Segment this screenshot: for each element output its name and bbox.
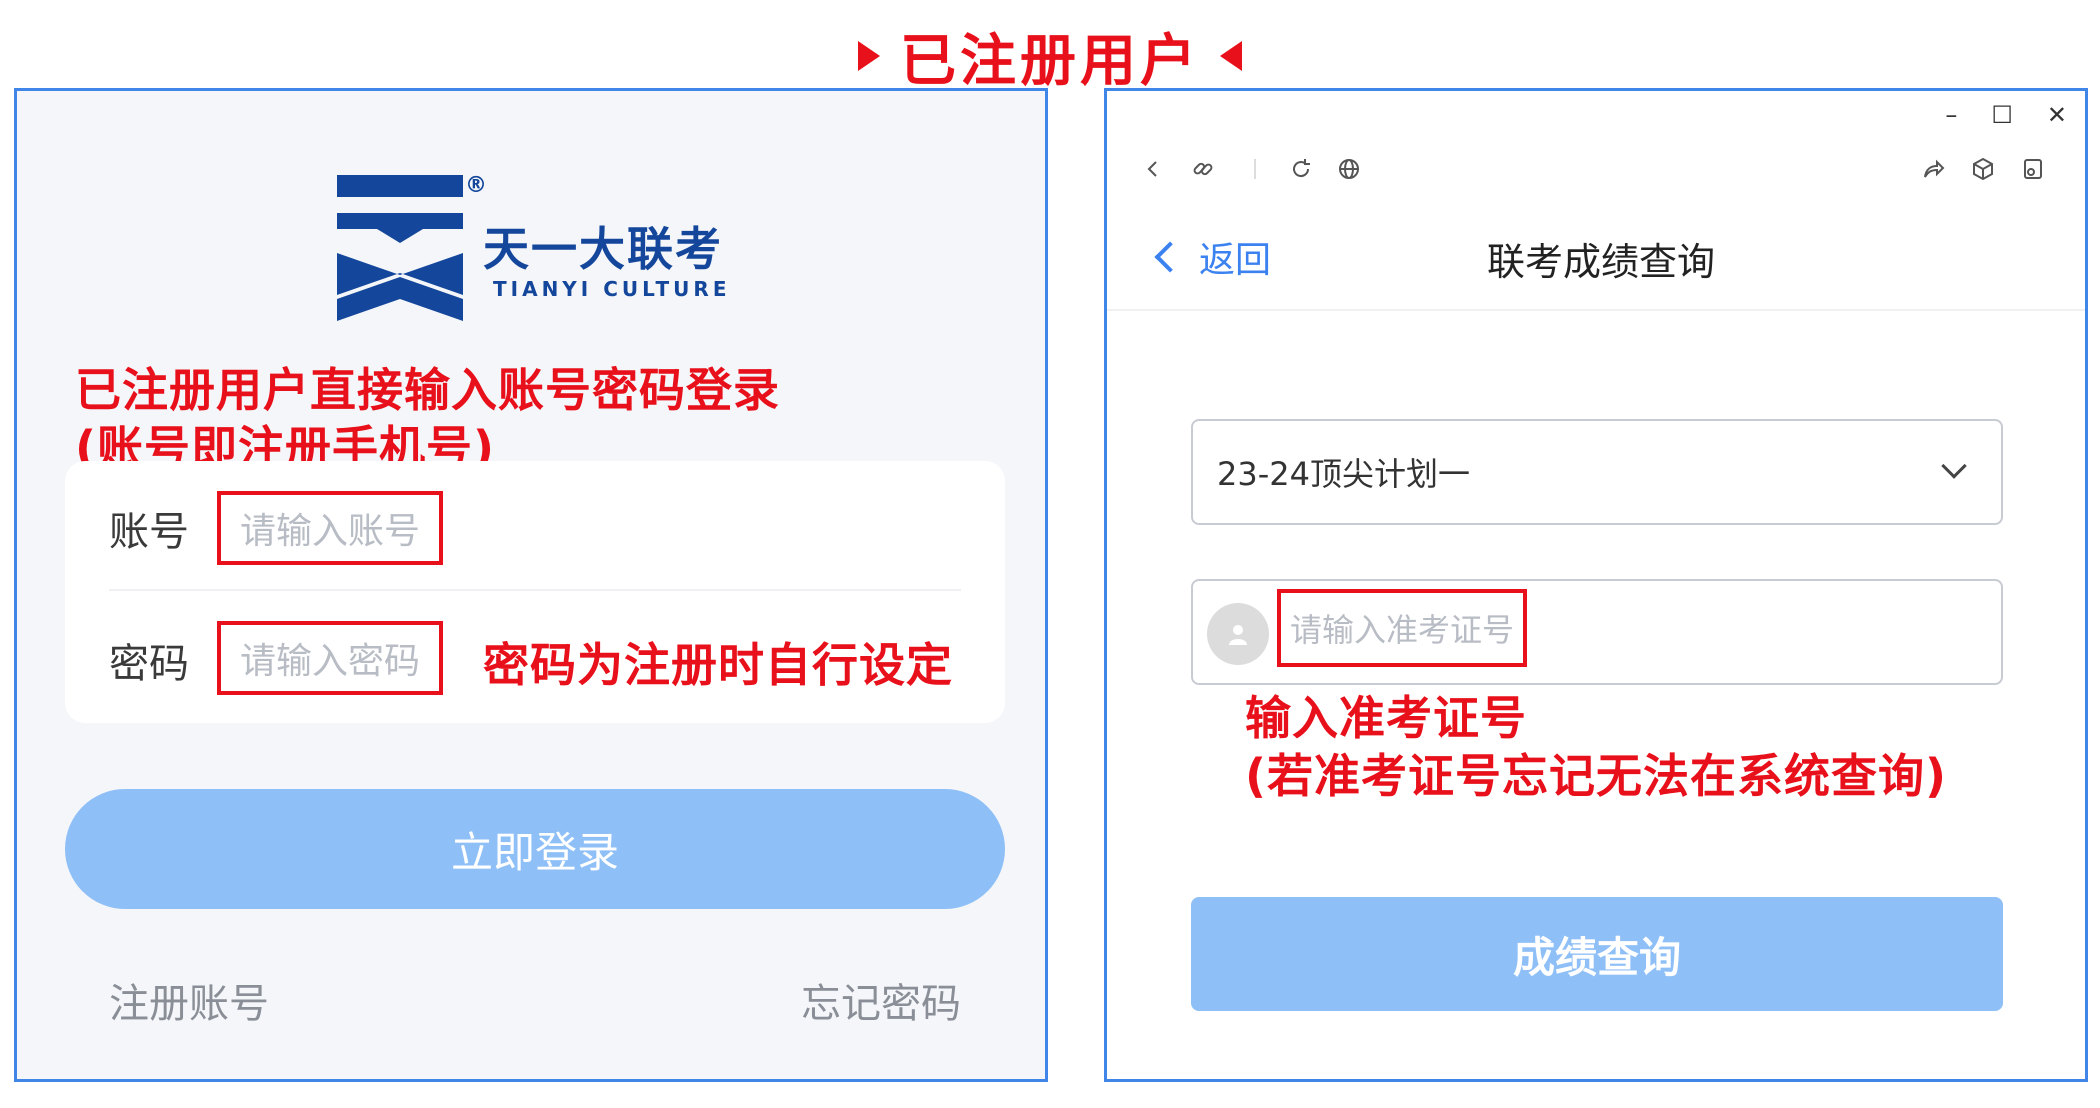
exam-select-value: 23-24顶尖计划一 — [1217, 455, 1470, 493]
exam-select-dropdown[interactable]: 23-24顶尖计划一 — [1191, 419, 2003, 525]
registered-mark: ® — [465, 173, 487, 198]
brand-name-cn: 天一大联考 — [483, 222, 723, 276]
login-panel: ® 天一大联考 TIANYI CULTURE 已注册用户直接输入账号密码登录 (… — [14, 88, 1048, 1082]
login-instruction-note: 已注册用户直接输入账号密码登录 (账号即注册手机号) — [75, 361, 780, 477]
chevron-left-icon — [1154, 241, 1186, 273]
back-arrow-icon[interactable] — [1137, 153, 1169, 185]
browser-toolbar — [1107, 139, 2085, 199]
window-controls: – ☐ ✕ — [1945, 101, 2067, 129]
arrow-left-icon — [1220, 41, 1242, 71]
maximize-button[interactable]: ☐ — [1991, 101, 2013, 129]
password-label: 密码 — [109, 641, 189, 687]
share-icon[interactable] — [1917, 153, 1949, 185]
password-note: 密码为注册时自行设定 — [483, 638, 953, 692]
link-icon[interactable] — [1187, 153, 1219, 185]
minimize-button[interactable]: – — [1945, 101, 1957, 129]
exam-number-placeholder[interactable]: 请输入准考证号 — [1277, 589, 1527, 667]
password-input[interactable]: 请输入密码 — [217, 621, 443, 695]
brand-name-en: TIANYI CULTURE — [493, 277, 731, 301]
form-divider — [109, 589, 961, 591]
query-score-button[interactable]: 成绩查询 — [1191, 897, 2003, 1011]
exam-number-note: 输入准考证号 (若准考证号忘记无法在系统查询) — [1245, 689, 1947, 805]
close-button[interactable]: ✕ — [2047, 101, 2067, 129]
page-nav-bar: 联考成绩查询 返回 — [1107, 201, 2085, 311]
refresh-icon[interactable] — [1285, 153, 1317, 185]
account-input[interactable]: 请输入账号 — [217, 491, 443, 565]
chevron-down-icon — [1941, 453, 1967, 479]
exam-note-line1: 输入准考证号 — [1245, 691, 1527, 745]
score-query-window: – ☐ ✕ 联考成绩查询 返回 23-24顶尖计划一 请输入准考证号 输入准考证… — [1104, 88, 2088, 1082]
user-avatar-icon — [1207, 603, 1269, 665]
login-note-line1: 已注册用户直接输入账号密码登录 — [75, 363, 780, 417]
exam-number-input[interactable]: 请输入准考证号 — [1191, 579, 2003, 685]
header-registered-users: 已注册用户 — [0, 18, 2100, 94]
account-label: 账号 — [109, 509, 189, 555]
exam-note-line2: (若准考证号忘记无法在系统查询) — [1245, 749, 1948, 803]
back-button[interactable]: 返回 — [1154, 231, 1272, 283]
back-label: 返回 — [1199, 240, 1272, 281]
globe-icon[interactable] — [1333, 153, 1365, 185]
cube-icon[interactable] — [1967, 153, 1999, 185]
register-link[interactable]: 注册账号 — [109, 971, 269, 1029]
header-title: 已注册用户 — [900, 28, 1200, 94]
arrow-right-icon — [858, 41, 880, 71]
toolbar-separator — [1239, 153, 1271, 185]
forgot-password-link[interactable]: 忘记密码 — [801, 971, 961, 1029]
login-button[interactable]: 立即登录 — [65, 789, 1005, 909]
mini-program-icon[interactable] — [2017, 153, 2049, 185]
